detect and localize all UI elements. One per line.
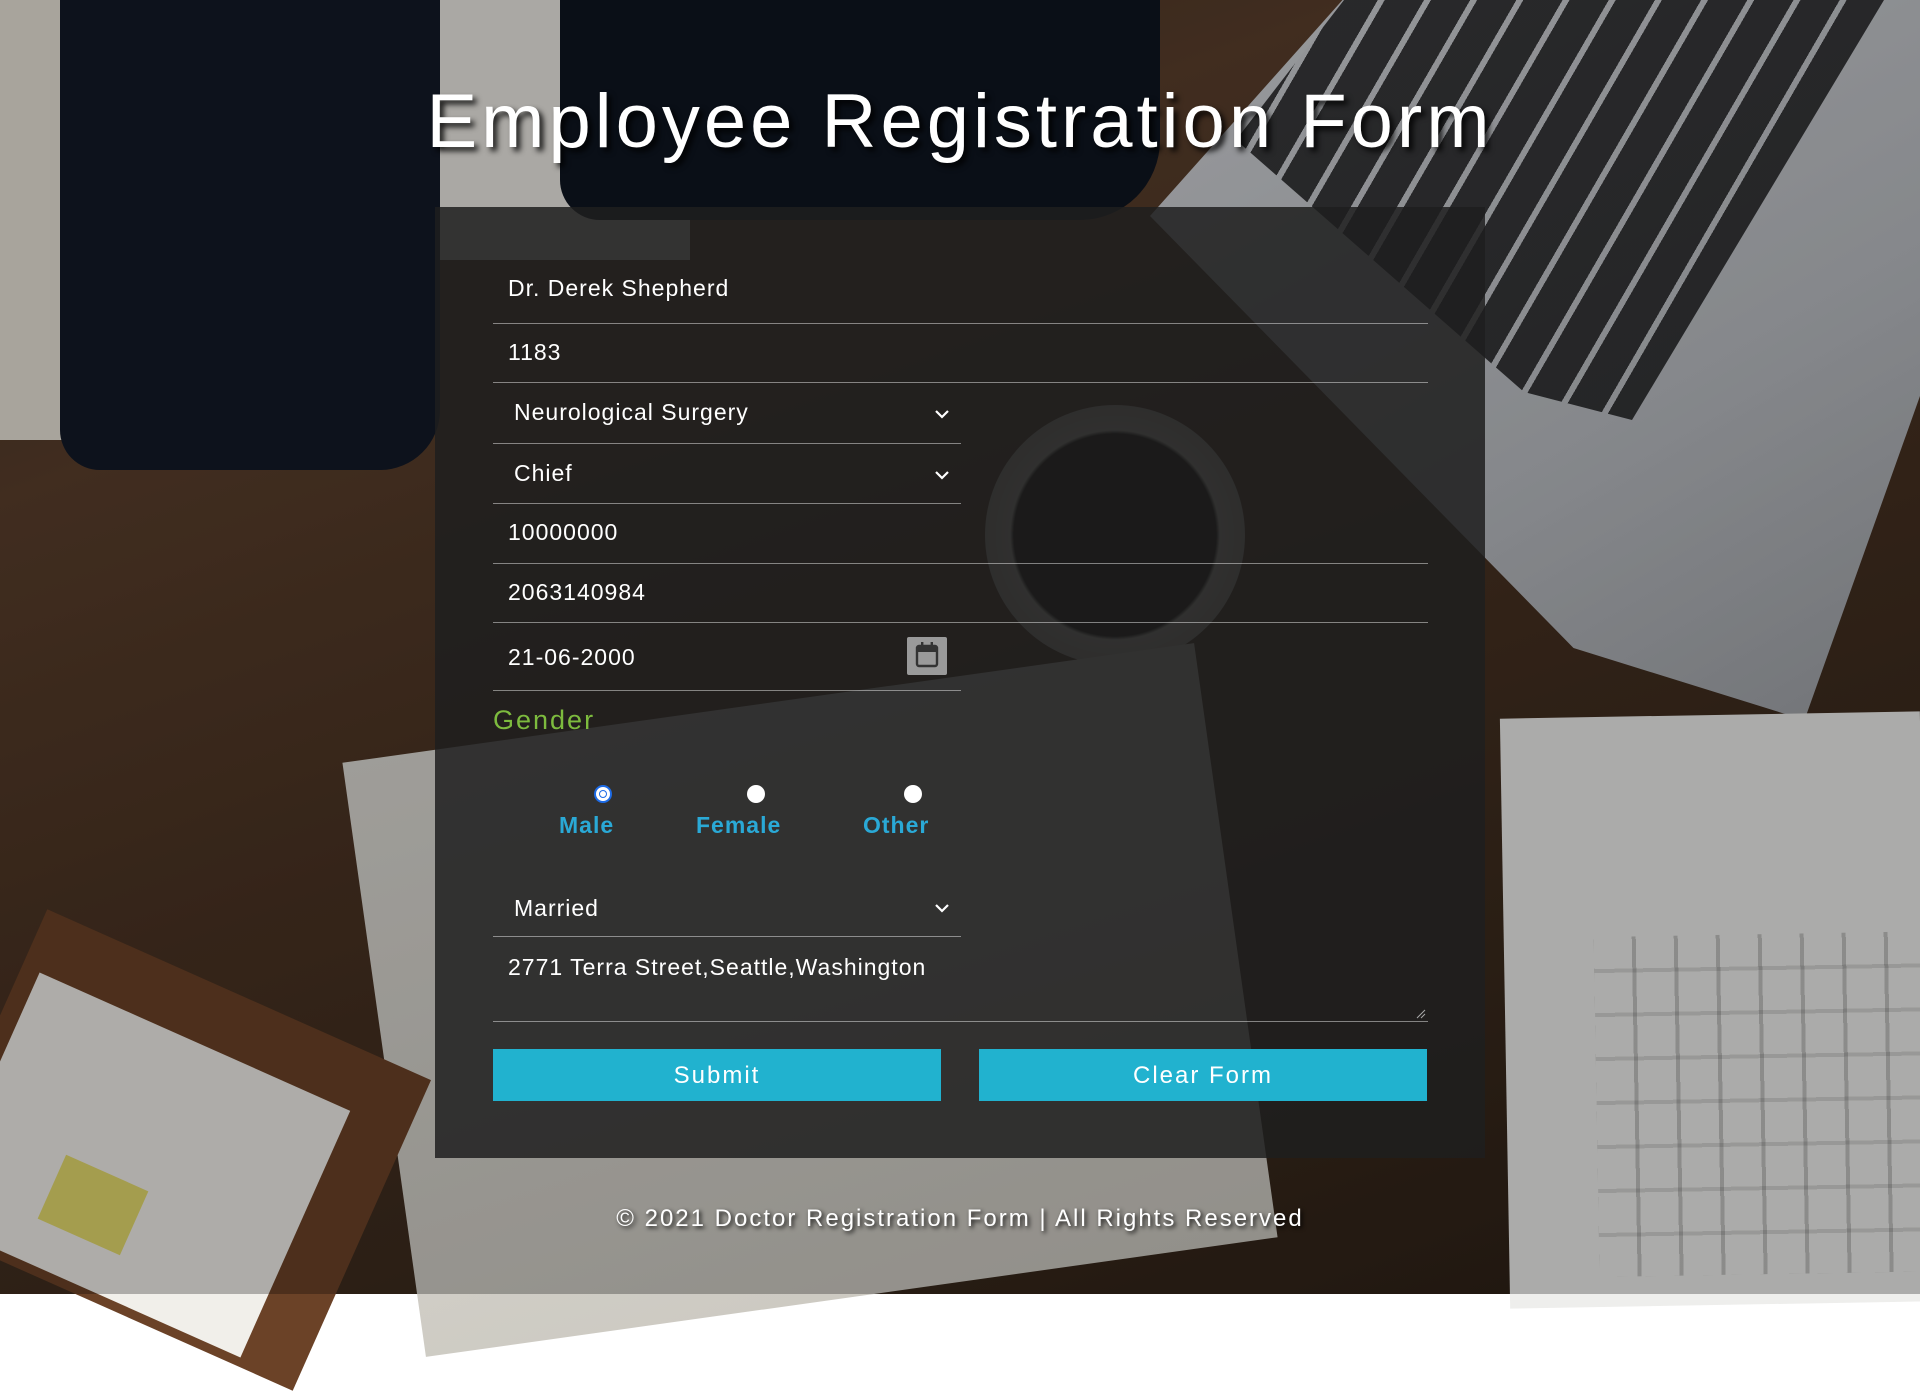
address-value: 2771 Terra Street,Seattle,Washington [508, 954, 927, 980]
designation-select[interactable]: Chief [493, 444, 961, 504]
dob-value: 21-06-2000 [508, 644, 636, 670]
gender-male-radio[interactable] [594, 785, 612, 803]
registration-form: Dr. Derek Shepherd 1183 Neurological Sur… [435, 207, 1485, 1158]
dob-field[interactable]: 21-06-2000 [493, 623, 961, 691]
page-title: Employee Registration Form [426, 79, 1494, 164]
designation-value: Chief [514, 460, 573, 486]
gender-other-label[interactable]: Other [863, 812, 929, 839]
address-textarea[interactable]: 2771 Terra Street,Seattle,Washington [493, 937, 1428, 1022]
name-value: Dr. Derek Shepherd [508, 275, 730, 301]
phone-value: 2063140984 [508, 579, 646, 605]
footer-copyright: © 2021 Doctor Registration Form | All Ri… [616, 1205, 1304, 1232]
name-field[interactable]: Dr. Derek Shepherd [493, 257, 1428, 324]
employee-id-field[interactable]: 1183 [493, 324, 1428, 383]
department-select[interactable]: Neurological Surgery [493, 383, 961, 444]
resize-grip-icon[interactable] [1416, 1009, 1426, 1019]
phone-field[interactable]: 2063140984 [493, 564, 1428, 623]
department-value: Neurological Surgery [514, 399, 749, 425]
marital-status-value: Married [514, 895, 599, 921]
chevron-down-icon [935, 410, 949, 419]
submit-button[interactable]: Submit [493, 1049, 941, 1101]
gender-label: Gender [493, 705, 596, 735]
salary-value: 10000000 [508, 519, 619, 545]
clear-form-button[interactable]: Clear Form [979, 1049, 1427, 1101]
chevron-down-icon [935, 471, 949, 480]
gender-male-label[interactable]: Male [559, 812, 614, 839]
marital-status-select[interactable]: Married [493, 875, 961, 937]
employee-id-value: 1183 [508, 339, 562, 365]
date-picker-button[interactable] [907, 637, 947, 675]
salary-field[interactable]: 10000000 [493, 504, 1428, 564]
gender-female-radio[interactable] [747, 785, 765, 803]
gender-female-label[interactable]: Female [696, 812, 781, 839]
gender-other-radio[interactable] [904, 785, 922, 803]
calendar-icon [915, 642, 939, 668]
chevron-down-icon [935, 904, 949, 913]
